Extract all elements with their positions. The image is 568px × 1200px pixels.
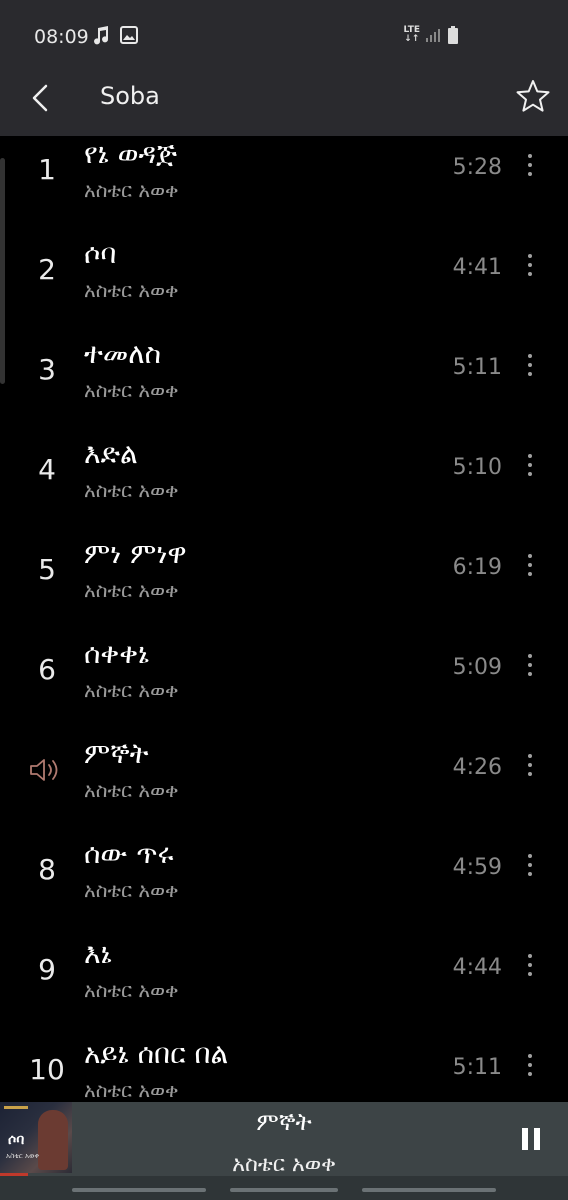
track-artist: አስቴር አወቀ bbox=[84, 578, 179, 602]
more-vertical-icon[interactable] bbox=[520, 354, 540, 382]
track-duration: 5:10 bbox=[452, 455, 502, 480]
system-nav-bar bbox=[0, 1176, 568, 1200]
track-number: 3 bbox=[38, 353, 56, 386]
track-number: 1 bbox=[38, 153, 56, 186]
star-icon[interactable] bbox=[514, 78, 552, 116]
track-list: 1 የኔ ወዳጅ አስቴር አወቀ 5:28 2 ሶባ አስቴር አወቀ 4:4… bbox=[0, 136, 568, 1136]
more-vertical-icon[interactable] bbox=[520, 454, 540, 482]
now-playing-title: ምኞት bbox=[256, 1108, 312, 1136]
track-number: 9 bbox=[38, 953, 56, 986]
track-title: እኔ bbox=[84, 937, 112, 970]
track-duration: 5:11 bbox=[452, 1055, 502, 1080]
track-duration: 4:26 bbox=[452, 755, 502, 780]
more-vertical-icon[interactable] bbox=[520, 954, 540, 982]
track-row-8[interactable]: 8 ሰው ጥሩ አስቴር አወቀ 4:59 bbox=[0, 836, 568, 936]
music-note-icon bbox=[94, 26, 109, 45]
track-artist: አስቴር አወቀ bbox=[84, 478, 179, 502]
track-artist: አስቴር አወቀ bbox=[84, 378, 179, 402]
track-artist: አስቴር አወቀ bbox=[84, 678, 179, 702]
image-icon bbox=[120, 26, 138, 44]
track-row-7-playing[interactable]: ምኞት አስቴር አወቀ 4:26 bbox=[0, 736, 568, 836]
nav-home[interactable] bbox=[230, 1188, 338, 1192]
speaker-icon bbox=[30, 759, 58, 781]
track-duration: 5:28 bbox=[452, 155, 502, 180]
track-duration: 6:19 bbox=[452, 555, 502, 580]
track-title: ተመለስ bbox=[84, 337, 162, 370]
page-title: Soba bbox=[100, 82, 160, 110]
lte-indicator: LTE ↓↑ bbox=[403, 25, 420, 44]
track-row-3[interactable]: 3 ተመለስ አስቴር አወቀ 5:11 bbox=[0, 336, 568, 436]
track-duration: 4:41 bbox=[452, 255, 502, 280]
status-icons-right: LTE ↓↑ bbox=[403, 26, 458, 44]
track-duration: 5:11 bbox=[452, 355, 502, 380]
track-title: ምነ ምነዋ bbox=[84, 537, 187, 570]
track-number: 4 bbox=[38, 453, 56, 486]
pause-icon[interactable] bbox=[522, 1128, 542, 1150]
track-artist: አስቴር አወቀ bbox=[84, 1078, 179, 1102]
track-duration: 4:59 bbox=[452, 855, 502, 880]
track-title: ሰው ጥሩ bbox=[84, 837, 174, 870]
status-icons-left bbox=[92, 26, 138, 46]
more-vertical-icon[interactable] bbox=[520, 1054, 540, 1082]
more-vertical-icon[interactable] bbox=[520, 154, 540, 182]
track-number: 5 bbox=[38, 553, 56, 586]
app-bar: Soba bbox=[0, 60, 568, 136]
track-artist: አስቴር አወቀ bbox=[84, 878, 179, 902]
track-title: ምኞት bbox=[84, 737, 149, 770]
track-row-2[interactable]: 2 ሶባ አስቴር አወቀ 4:41 bbox=[0, 236, 568, 336]
more-vertical-icon[interactable] bbox=[520, 854, 540, 882]
signal-icon bbox=[426, 29, 440, 42]
battery-icon bbox=[448, 26, 458, 44]
track-title: እድል bbox=[84, 437, 138, 470]
track-row-5[interactable]: 5 ምነ ምነዋ አስቴር አወቀ 6:19 bbox=[0, 536, 568, 636]
track-row-6[interactable]: 6 ሰቀቀኔ አስቴር አወቀ 5:09 bbox=[0, 636, 568, 736]
more-vertical-icon[interactable] bbox=[520, 554, 540, 582]
track-row-4[interactable]: 4 እድል አስቴር አወቀ 5:10 bbox=[0, 436, 568, 536]
track-artist: አስቴር አወቀ bbox=[84, 778, 179, 802]
track-number: 2 bbox=[38, 253, 56, 286]
track-number: 10 bbox=[29, 1053, 65, 1086]
more-vertical-icon[interactable] bbox=[520, 754, 540, 782]
nav-back[interactable] bbox=[362, 1188, 496, 1192]
track-title: አይኔ ሰበር በል bbox=[84, 1037, 229, 1070]
track-artist: አስቴር አወቀ bbox=[84, 178, 179, 202]
track-title: ሶባ bbox=[84, 237, 117, 270]
more-vertical-icon[interactable] bbox=[520, 654, 540, 682]
track-artist: አስቴር አወቀ bbox=[84, 278, 179, 302]
track-title: የኔ ወዳጅ bbox=[84, 137, 177, 170]
track-duration: 5:09 bbox=[452, 655, 502, 680]
back-arrow-icon[interactable] bbox=[24, 80, 60, 116]
status-bar: 08:09 LTE ↓↑ bbox=[0, 0, 568, 60]
track-number: 6 bbox=[38, 653, 56, 686]
track-row-1[interactable]: 1 የኔ ወዳጅ አስቴር አወቀ 5:28 bbox=[0, 136, 568, 236]
nav-recents[interactable] bbox=[72, 1188, 206, 1192]
track-title: ሰቀቀኔ bbox=[84, 637, 150, 670]
track-artist: አስቴር አወቀ bbox=[84, 978, 179, 1002]
status-time: 08:09 bbox=[34, 26, 89, 48]
track-duration: 4:44 bbox=[452, 955, 502, 980]
track-row-9[interactable]: 9 እኔ አስቴር አወቀ 4:44 bbox=[0, 936, 568, 1036]
more-vertical-icon[interactable] bbox=[520, 254, 540, 282]
track-number: 8 bbox=[38, 853, 56, 886]
